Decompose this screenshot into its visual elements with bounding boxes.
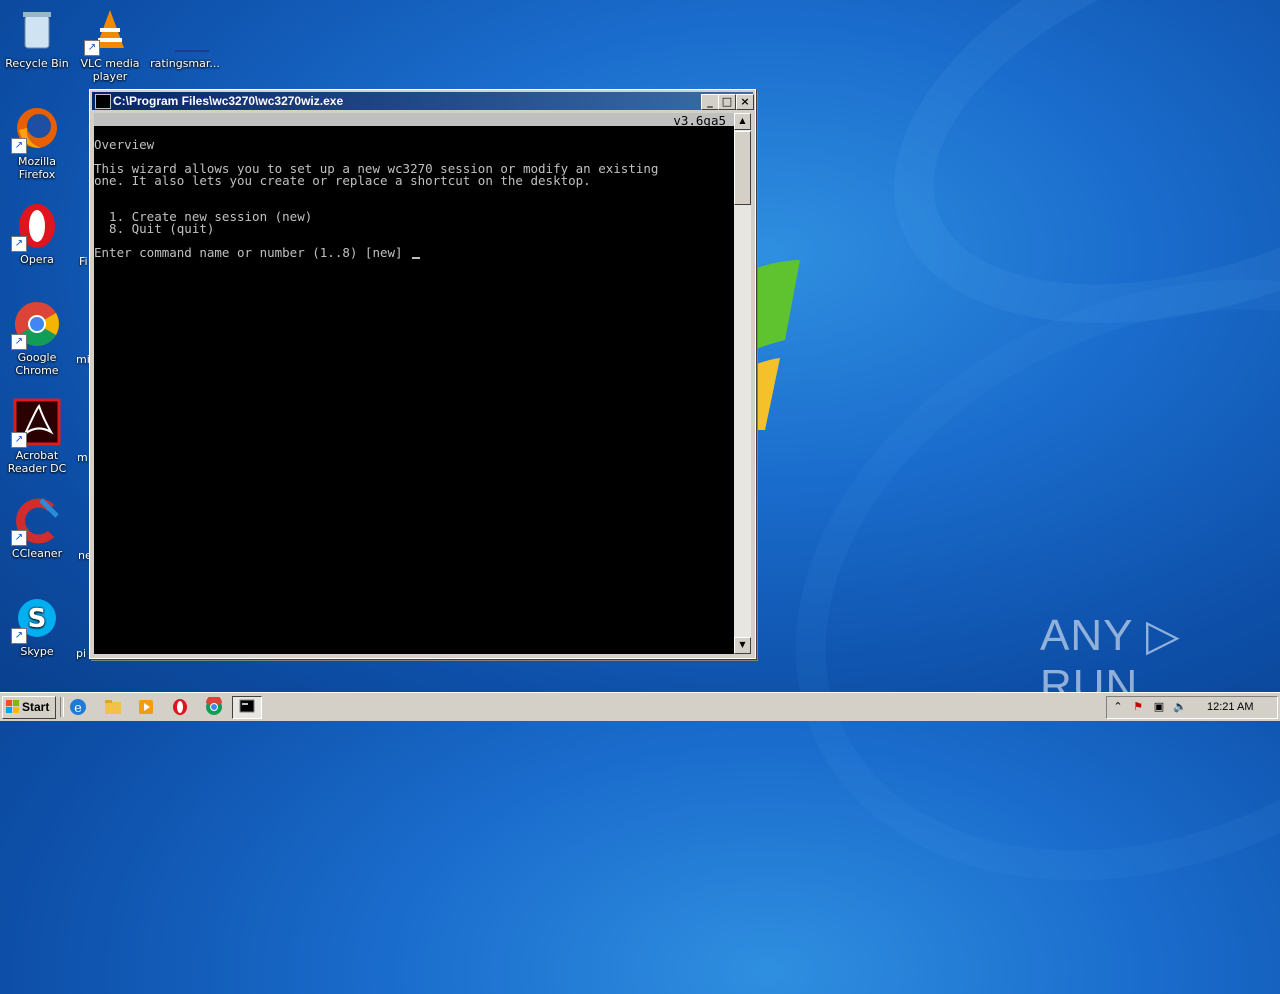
desktop-icon-label: ratingsmar...	[150, 57, 220, 70]
opera-icon: ↗	[11, 202, 61, 252]
desktop-icon-acrobat[interactable]: ↗ Acrobat Reader DC	[0, 398, 74, 475]
shortcut-arrow-icon: ↗	[11, 432, 27, 448]
start-button[interactable]: Start	[2, 696, 56, 719]
desktop-icon-label: VLC media player	[80, 57, 140, 83]
menu-option-quit: 8. Quit (quit)	[94, 221, 215, 236]
desktop-icon-firefox[interactable]: ↗ Mozilla Firefox	[0, 104, 74, 181]
desktop-icon-label: Mozilla Firefox	[18, 155, 56, 181]
shortcut-arrow-icon: ↗	[11, 628, 27, 644]
window-titlebar[interactable]: C:\Program Files\wc3270\wc3270wiz.exe _ …	[92, 92, 754, 110]
desktop-icon-vlc[interactable]: ↗ VLC media player	[73, 6, 147, 83]
wizard-header: wc3270 Session Wizard v3.6ga5	[94, 113, 734, 143]
scroll-down-button[interactable]: ▼	[734, 637, 751, 654]
shortcut-arrow-icon: ↗	[84, 40, 100, 56]
desktop-icon-skype[interactable]: S ↗ Skype	[0, 594, 74, 658]
system-tray: ⌃ ⚑ ▣ 🔈 12:21 AM	[1106, 696, 1278, 719]
desktop-icon-chrome[interactable]: ↗ Google Chrome	[0, 300, 74, 377]
wizard-title: wc3270 Session Wizard	[139, 128, 298, 143]
close-button[interactable]: ×	[736, 94, 754, 110]
desktop-icon-opera[interactable]: ↗ Opera	[0, 202, 74, 266]
partial-desktop-label: m	[77, 451, 88, 464]
scroll-up-button[interactable]: ▲	[734, 113, 751, 130]
text-cursor	[412, 257, 421, 259]
recycle-bin-icon	[13, 6, 61, 54]
ccleaner-icon: ↗	[11, 496, 61, 546]
desktop-icon-ratingsmar[interactable]: ratingsmar...	[148, 6, 222, 70]
show-hidden-icons-icon[interactable]: ⌃	[1111, 700, 1125, 714]
explorer-icon[interactable]	[103, 697, 123, 717]
desktop-icon-label: Recycle Bin	[5, 57, 69, 70]
internet-explorer-icon[interactable]: e	[68, 697, 88, 717]
console-line-description-2: one. It also lets you create or replace …	[94, 173, 591, 188]
desktop-icon-label: CCleaner	[11, 547, 63, 560]
taskbar-clock[interactable]: 12:21 AM	[1207, 701, 1253, 713]
action-center-icon[interactable]: ⚑	[1131, 700, 1145, 714]
console-line-overview: Overview	[94, 137, 155, 152]
firefox-icon: ↗	[11, 104, 61, 154]
vertical-scrollbar[interactable]: ▲ ▼	[734, 113, 751, 654]
network-icon[interactable]: ▣	[1152, 700, 1166, 714]
taskbar-button-wc3270wiz[interactable]	[232, 696, 262, 719]
partial-desktop-label: Fi	[79, 255, 88, 268]
console-window[interactable]: C:\Program Files\wc3270\wc3270wiz.exe _ …	[89, 89, 756, 659]
command-prompt-line[interactable]: Enter command name or number (1..8) [new…	[94, 245, 421, 260]
start-label: Start	[22, 700, 50, 714]
taskbar: Start e ⌃ ⚑ ▣ 🔈 12:21 AM	[0, 692, 1280, 721]
desktop-icon-ccleaner[interactable]: ↗ CCleaner	[0, 496, 74, 560]
media-player-icon[interactable]	[136, 697, 156, 717]
command-prompt: Enter command name or number (1..8) [new…	[94, 245, 411, 260]
shortcut-arrow-icon: ↗	[11, 138, 27, 154]
svg-text:e: e	[74, 701, 82, 716]
console-app-icon	[95, 94, 111, 109]
chrome-taskbar-icon[interactable]	[204, 697, 224, 717]
volume-icon[interactable]: 🔈	[1173, 700, 1187, 714]
desktop-icon-label: Acrobat Reader DC	[7, 449, 67, 475]
file-icon	[161, 6, 221, 54]
opera-taskbar-icon[interactable]	[170, 697, 190, 717]
window-title: C:\Program Files\wc3270\wc3270wiz.exe	[113, 94, 344, 108]
partial-desktop-label: mi	[76, 353, 90, 366]
console-output[interactable]: wc3270 Session Wizard v3.6ga5 Overview T…	[94, 113, 734, 654]
desktop-icon-label: Opera	[20, 253, 54, 266]
desktop-icon-label: Google Chrome	[15, 351, 59, 377]
minimize-button[interactable]: _	[701, 94, 719, 110]
svg-text:S: S	[28, 604, 47, 634]
skype-icon: S ↗	[11, 594, 61, 644]
shortcut-arrow-icon: ↗	[11, 236, 27, 252]
toolbar-separator	[60, 697, 64, 717]
acrobat-icon: ↗	[11, 398, 61, 448]
chrome-icon: ↗	[11, 300, 61, 350]
shortcut-arrow-icon: ↗	[11, 334, 27, 350]
maximize-button[interactable]: □	[718, 94, 736, 110]
shortcut-arrow-icon: ↗	[11, 530, 27, 546]
partial-desktop-label: pi	[76, 647, 87, 660]
windows-flag-icon	[6, 700, 19, 713]
vlc-icon: ↗	[84, 6, 134, 56]
wizard-version: v3.6ga5	[673, 113, 726, 128]
scroll-thumb[interactable]	[734, 131, 751, 205]
desktop-icon-label: Skype	[20, 645, 54, 658]
desktop-icon-recycle-bin[interactable]: Recycle Bin	[0, 6, 74, 70]
console-app-icon	[239, 699, 255, 713]
